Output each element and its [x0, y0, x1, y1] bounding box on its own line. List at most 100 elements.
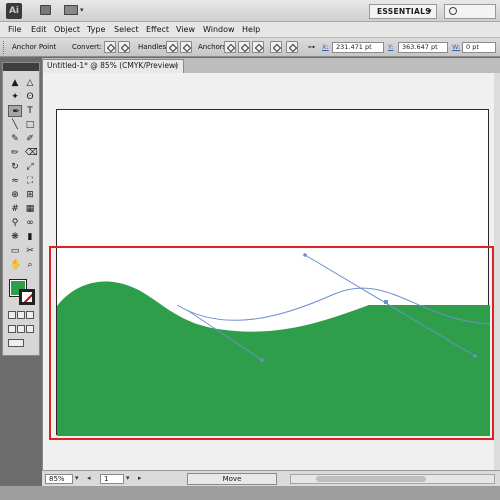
draw-normal-icon[interactable]: [8, 325, 16, 333]
remove-anchor-button[interactable]: [224, 41, 236, 53]
menu-bar: File Edit Object Type Select Effect View…: [0, 22, 500, 38]
free-transform-tool[interactable]: ⛶: [23, 175, 37, 187]
artboard-number-field[interactable]: 1: [100, 474, 124, 484]
window-bottom-edge: [0, 486, 500, 500]
draw-inside-icon[interactable]: [26, 325, 34, 333]
show-handles-button[interactable]: [166, 41, 178, 53]
column-graph-tool[interactable]: ▮: [23, 231, 37, 243]
connect-endpoints-button[interactable]: [238, 41, 250, 53]
grip-icon[interactable]: [3, 41, 6, 54]
scale-tool[interactable]: ⤢: [23, 161, 37, 173]
color-mode-buttons[interactable]: [8, 311, 38, 321]
control-tool-label: Anchor Point: [12, 43, 57, 51]
drawing-mode-buttons[interactable]: [8, 325, 38, 335]
menu-edit[interactable]: Edit: [31, 24, 47, 36]
first-artboard-icon[interactable]: ◂: [87, 474, 91, 482]
width-field[interactable]: 0 pt: [462, 42, 496, 53]
eyedropper-tool[interactable]: ⚲: [8, 217, 22, 229]
application-bar: Ai ▾ ESSENTIALS ▾: [0, 0, 500, 22]
hand-tool[interactable]: ✋: [8, 259, 22, 271]
arrange-documents-icon[interactable]: [64, 5, 78, 15]
hide-handles-button[interactable]: [180, 41, 192, 53]
free-transform-icon: ⛶: [26, 176, 34, 186]
screen-mode-icon[interactable]: [8, 339, 24, 347]
perspective-grid-tool[interactable]: ⊞: [23, 189, 37, 201]
vertical-scrollbar[interactable]: [494, 73, 500, 470]
link-icon[interactable]: ⊶: [308, 43, 315, 52]
symbol-sprayer-tool[interactable]: ❋: [8, 231, 22, 243]
magic-wand-tool[interactable]: ✦: [8, 91, 22, 103]
rectangle-tool[interactable]: □: [23, 119, 37, 131]
status-indicator[interactable]: Move: [187, 473, 277, 485]
selection-icon: ▲: [11, 78, 19, 88]
eraser-tool[interactable]: ⌫: [23, 147, 38, 159]
color-icon[interactable]: [8, 311, 16, 319]
stroke-color-swatch[interactable]: [19, 289, 35, 305]
zoom-field[interactable]: 85%: [45, 474, 73, 484]
width-tool[interactable]: ≈: [8, 175, 22, 187]
paintbrush-tool[interactable]: ✎: [8, 133, 22, 145]
gradient-tool[interactable]: ▦: [23, 203, 37, 215]
chevron-down-icon[interactable]: ▾: [75, 474, 79, 482]
cut-path-button[interactable]: [252, 41, 264, 53]
menu-help[interactable]: Help: [242, 24, 260, 36]
convert-to-smooth-button[interactable]: [118, 41, 130, 53]
search-icon: [449, 7, 457, 15]
convert-label: Convert:: [72, 43, 103, 51]
screen-mode-button[interactable]: [8, 339, 38, 349]
scroll-thumb[interactable]: [316, 476, 426, 482]
x-coordinate-field[interactable]: 231.471 pt: [332, 42, 384, 53]
zoom-tool[interactable]: ⌕: [23, 259, 37, 271]
tools-panel: ▲ △ ✦ ʘ ✒ T ╲ □ ✎ ✐ ✏ ⌫ ↻ ⤢ ≈ ⛶ ⊕ ⊞ # ▦ ⚲ ∞ ❋ ▮ ▭ ✂ ✋ ⌕: [2, 62, 40, 356]
illustrator-logo: Ai: [6, 3, 22, 19]
menu-select[interactable]: Select: [114, 24, 139, 36]
menu-view[interactable]: View: [176, 24, 195, 36]
y-coordinate-label: Y:: [388, 43, 394, 51]
slice-tool[interactable]: ✂: [23, 245, 37, 257]
help-search-input[interactable]: [444, 4, 496, 19]
draw-behind-icon[interactable]: [17, 325, 25, 333]
y-coordinate-field[interactable]: 363.647 pt: [398, 42, 448, 53]
rotate-tool[interactable]: ↻: [8, 161, 22, 173]
pencil-tool[interactable]: ✐: [23, 133, 37, 145]
workspace-switcher[interactable]: ESSENTIALS ▾: [369, 4, 437, 19]
horizontal-scrollbar[interactable]: [290, 474, 495, 484]
document-tab[interactable]: Untitled-1* @ 85% (CMYK/Preview) ×: [42, 59, 184, 73]
direct-selection-tool[interactable]: △: [23, 77, 37, 89]
gradient-icon[interactable]: [17, 311, 25, 319]
align-button[interactable]: [286, 41, 298, 53]
artboard-tool[interactable]: ▭: [8, 245, 22, 257]
menu-effect[interactable]: Effect: [146, 24, 169, 36]
shape-builder-tool[interactable]: ⊕: [8, 189, 22, 201]
rectangle-icon: □: [25, 120, 35, 130]
symbol-sprayer-icon: ❋: [11, 232, 19, 242]
eyedropper-icon: ⚲: [11, 218, 19, 228]
menu-file[interactable]: File: [8, 24, 21, 36]
line-segment-icon: ╲: [12, 120, 18, 130]
menu-type[interactable]: Type: [87, 24, 105, 36]
none-icon[interactable]: [26, 311, 34, 319]
lasso-icon: ʘ: [26, 92, 34, 102]
menu-object[interactable]: Object: [54, 24, 80, 36]
type-tool[interactable]: T: [23, 105, 37, 117]
selection-tool[interactable]: ▲: [8, 77, 22, 89]
mesh-icon: #: [11, 204, 19, 214]
close-icon[interactable]: ×: [173, 60, 179, 72]
line-segment-tool[interactable]: ╲: [8, 119, 22, 131]
hand-icon: ✋: [10, 260, 22, 270]
blend-tool[interactable]: ∞: [23, 217, 37, 229]
lasso-tool[interactable]: ʘ: [23, 91, 37, 103]
bridge-icon[interactable]: [40, 5, 51, 15]
tools-panel-header[interactable]: [3, 63, 39, 71]
menu-window[interactable]: Window: [203, 24, 235, 36]
mesh-tool[interactable]: #: [8, 203, 22, 215]
zoom-icon: ⌕: [27, 260, 33, 270]
convert-to-corner-button[interactable]: [104, 41, 116, 53]
pen-tool[interactable]: ✒: [8, 105, 22, 117]
chevron-down-icon[interactable]: ▾: [80, 6, 84, 14]
chevron-down-icon[interactable]: ▾: [126, 474, 130, 482]
isolate-button[interactable]: [270, 41, 282, 53]
canvas-area[interactable]: [42, 73, 500, 470]
next-artboard-icon[interactable]: ▸: [138, 474, 142, 482]
blob-brush-tool[interactable]: ✏: [8, 147, 22, 159]
